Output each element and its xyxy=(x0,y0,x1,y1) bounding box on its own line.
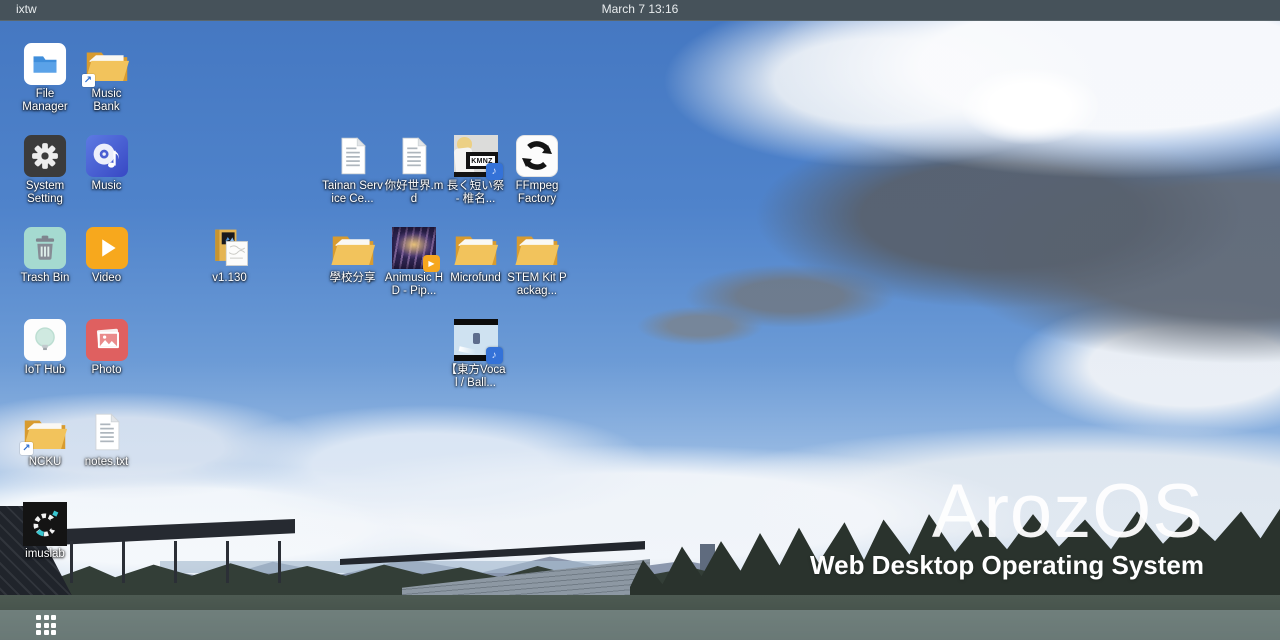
photo-icon xyxy=(84,317,130,363)
desktop-icon-photo[interactable]: Photo xyxy=(72,317,142,377)
desktop-icon-music[interactable]: Music xyxy=(72,133,142,193)
desktop-icon-notes-txt[interactable]: notes.txt xyxy=(72,409,142,469)
ncku-icon: ↗ xyxy=(22,409,68,455)
desktop-icon-ffmpeg-factory[interactable]: FFmpeg Factory xyxy=(502,133,572,206)
desktop-icons: File Manager ↗ Music Bank System Setting… xyxy=(0,21,1280,640)
tainan-service-icon xyxy=(330,133,376,179)
desktop-icon-tainan-service[interactable]: Tainan Serv ice Ce... xyxy=(318,133,388,206)
desktop-icon-trash-bin[interactable]: Trash Bin xyxy=(10,225,80,285)
video-icon xyxy=(84,225,130,271)
animusic-icon: ▶ xyxy=(391,225,437,271)
system-setting-icon xyxy=(22,133,68,179)
music-badge-icon: ♪ xyxy=(486,163,503,180)
desktop-icon-video[interactable]: Video xyxy=(72,225,142,285)
desktop-icon-system-setting[interactable]: System Setting xyxy=(10,133,80,206)
ffmpeg-factory-icon xyxy=(514,133,560,179)
nagaku-mijikai-icon: KMNZ♪ xyxy=(453,133,499,179)
desktop-icon-touhou-vocal[interactable]: ♪ 【東方Voca l / Ball... xyxy=(441,317,511,390)
app-grid-icon xyxy=(36,615,56,635)
desktop-icon-music-bank[interactable]: ↗ Music Bank xyxy=(72,41,142,114)
music-bank-icon: ↗ xyxy=(84,41,130,87)
top-bar: ixtw March 7 13:16 xyxy=(0,0,1280,21)
desktop-icon-hello-world-md[interactable]: 你好世界.m d xyxy=(379,133,449,206)
touhou-vocal-icon: ♪ xyxy=(453,317,499,363)
school-share-icon xyxy=(330,225,376,271)
desktop-icon-nagaku-mijikai[interactable]: KMNZ♪ 長く短い祭 - 椎名... xyxy=(441,133,511,206)
music-icon xyxy=(84,133,130,179)
microfund-icon xyxy=(453,225,499,271)
desktop-icon-school-share[interactable]: 學校分享 xyxy=(318,225,388,285)
shortcut-arrow-icon: ↗ xyxy=(20,442,33,455)
clock: March 7 13:16 xyxy=(0,2,1280,16)
desktop-icon-animusic[interactable]: ▶ Animusic H D - Pip... xyxy=(379,225,449,298)
v1130-icon xyxy=(207,225,253,271)
file-manager-icon xyxy=(22,41,68,87)
trash-bin-icon xyxy=(22,225,68,271)
hello-world-md-icon xyxy=(391,133,437,179)
imuslab-icon xyxy=(22,501,68,547)
desktop-icon-imuslab[interactable]: imuslab xyxy=(10,501,80,561)
desktop-icon-iot-hub[interactable]: IoT Hub xyxy=(10,317,80,377)
iot-hub-icon xyxy=(22,317,68,363)
notes-txt-icon xyxy=(84,409,130,455)
play-badge-icon: ▶ xyxy=(423,255,440,272)
app-launcher-button[interactable] xyxy=(32,613,60,637)
desktop-icon-microfund[interactable]: Microfund xyxy=(441,225,511,285)
desktop-icon-stem-kit[interactable]: STEM Kit P ackag... xyxy=(502,225,572,298)
desktop-icon-file-manager[interactable]: File Manager xyxy=(10,41,80,114)
desktop-wallpaper: ArozOS Web Desktop Operating System File… xyxy=(0,21,1280,640)
stem-kit-icon xyxy=(514,225,560,271)
desktop-icon-v1130[interactable]: v1.130 xyxy=(195,225,265,285)
shortcut-arrow-icon: ↗ xyxy=(82,74,95,87)
launcher-bar xyxy=(0,610,1280,640)
desktop-icon-ncku[interactable]: ↗ NCKU xyxy=(10,409,80,469)
music-badge-icon: ♪ xyxy=(486,347,503,364)
